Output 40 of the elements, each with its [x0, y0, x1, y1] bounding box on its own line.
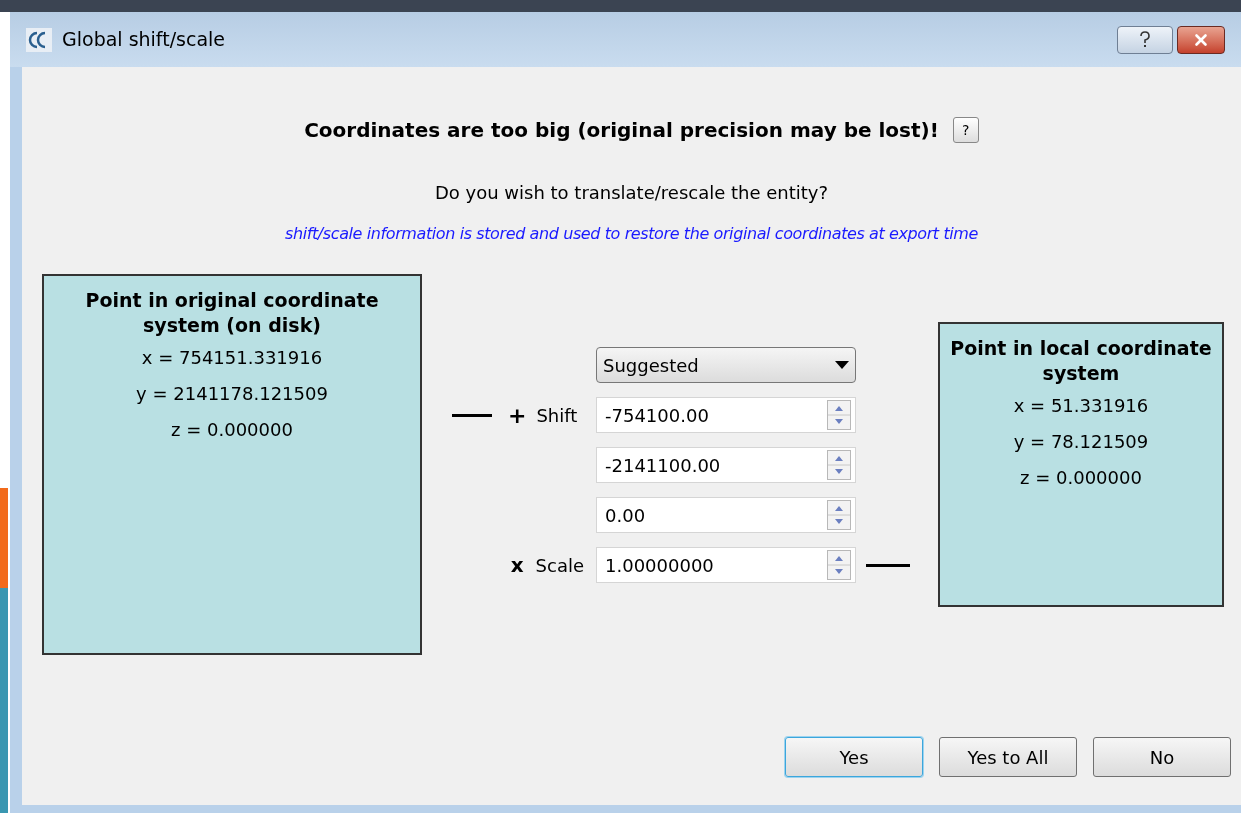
spin-arrows-icon[interactable]: [827, 500, 851, 530]
spin-arrows-icon[interactable]: [827, 450, 851, 480]
value-input[interactable]: -754100.00: [605, 401, 827, 429]
dialog-button[interactable]: No: [1093, 737, 1231, 777]
spin-field[interactable]: -2141100.00: [596, 447, 856, 483]
spin-field[interactable]: 0.00: [596, 497, 856, 533]
warning-heading: Coordinates are too big (original precision may be lost)!: [304, 117, 939, 144]
scale-sign: x: [510, 552, 524, 579]
coordinate-value: x = 51.331916: [1013, 394, 1149, 418]
coordinate-value: y = 2141178.121509: [136, 382, 328, 406]
spin-arrows-icon[interactable]: [827, 400, 851, 430]
info-text: shift/scale information is stored and used to restore the original coordinates at export time: [285, 223, 978, 245]
coordinate-value: x = 754151.331916: [141, 346, 323, 370]
connector-line: [452, 413, 492, 417]
shift-label: Shift: [536, 403, 578, 428]
help-icon: [1139, 30, 1151, 49]
help-button[interactable]: ?: [952, 117, 979, 143]
panel-title: Point in local coordinate system: [949, 336, 1213, 386]
coordinate-value: z = 0.000000: [171, 418, 293, 442]
coordinate-value: y = 78.121509: [1013, 430, 1149, 454]
value-input[interactable]: 1.00000000: [605, 551, 827, 579]
connector-line: [866, 563, 910, 567]
mode-dropdown[interactable]: Suggested: [596, 347, 856, 383]
shift-sign: +: [508, 401, 527, 430]
question-text: Do you wish to translate/rescale the entity?: [434, 181, 829, 205]
spin-field[interactable]: -754100.00: [596, 397, 856, 433]
coordinate-value: z = 0.000000: [1020, 466, 1142, 490]
panel-title: Point in original coordinate system (on disk): [84, 288, 380, 338]
close-button[interactable]: [1177, 25, 1225, 54]
window-title: Global shift/scale: [62, 27, 226, 53]
dialog-button[interactable]: Yes: [785, 737, 923, 777]
scale-label: Scale: [535, 553, 584, 578]
help-button[interactable]: [1117, 25, 1173, 54]
value-input[interactable]: 0.00: [605, 501, 827, 529]
dropdown-caret-icon: [835, 361, 849, 369]
app-logo-icon: [26, 27, 52, 52]
spin-field[interactable]: 1.00000000: [596, 547, 856, 583]
dialog-button[interactable]: Yes to All: [939, 737, 1077, 777]
value-input[interactable]: -2141100.00: [605, 451, 827, 479]
spin-arrows-icon[interactable]: [827, 550, 851, 580]
